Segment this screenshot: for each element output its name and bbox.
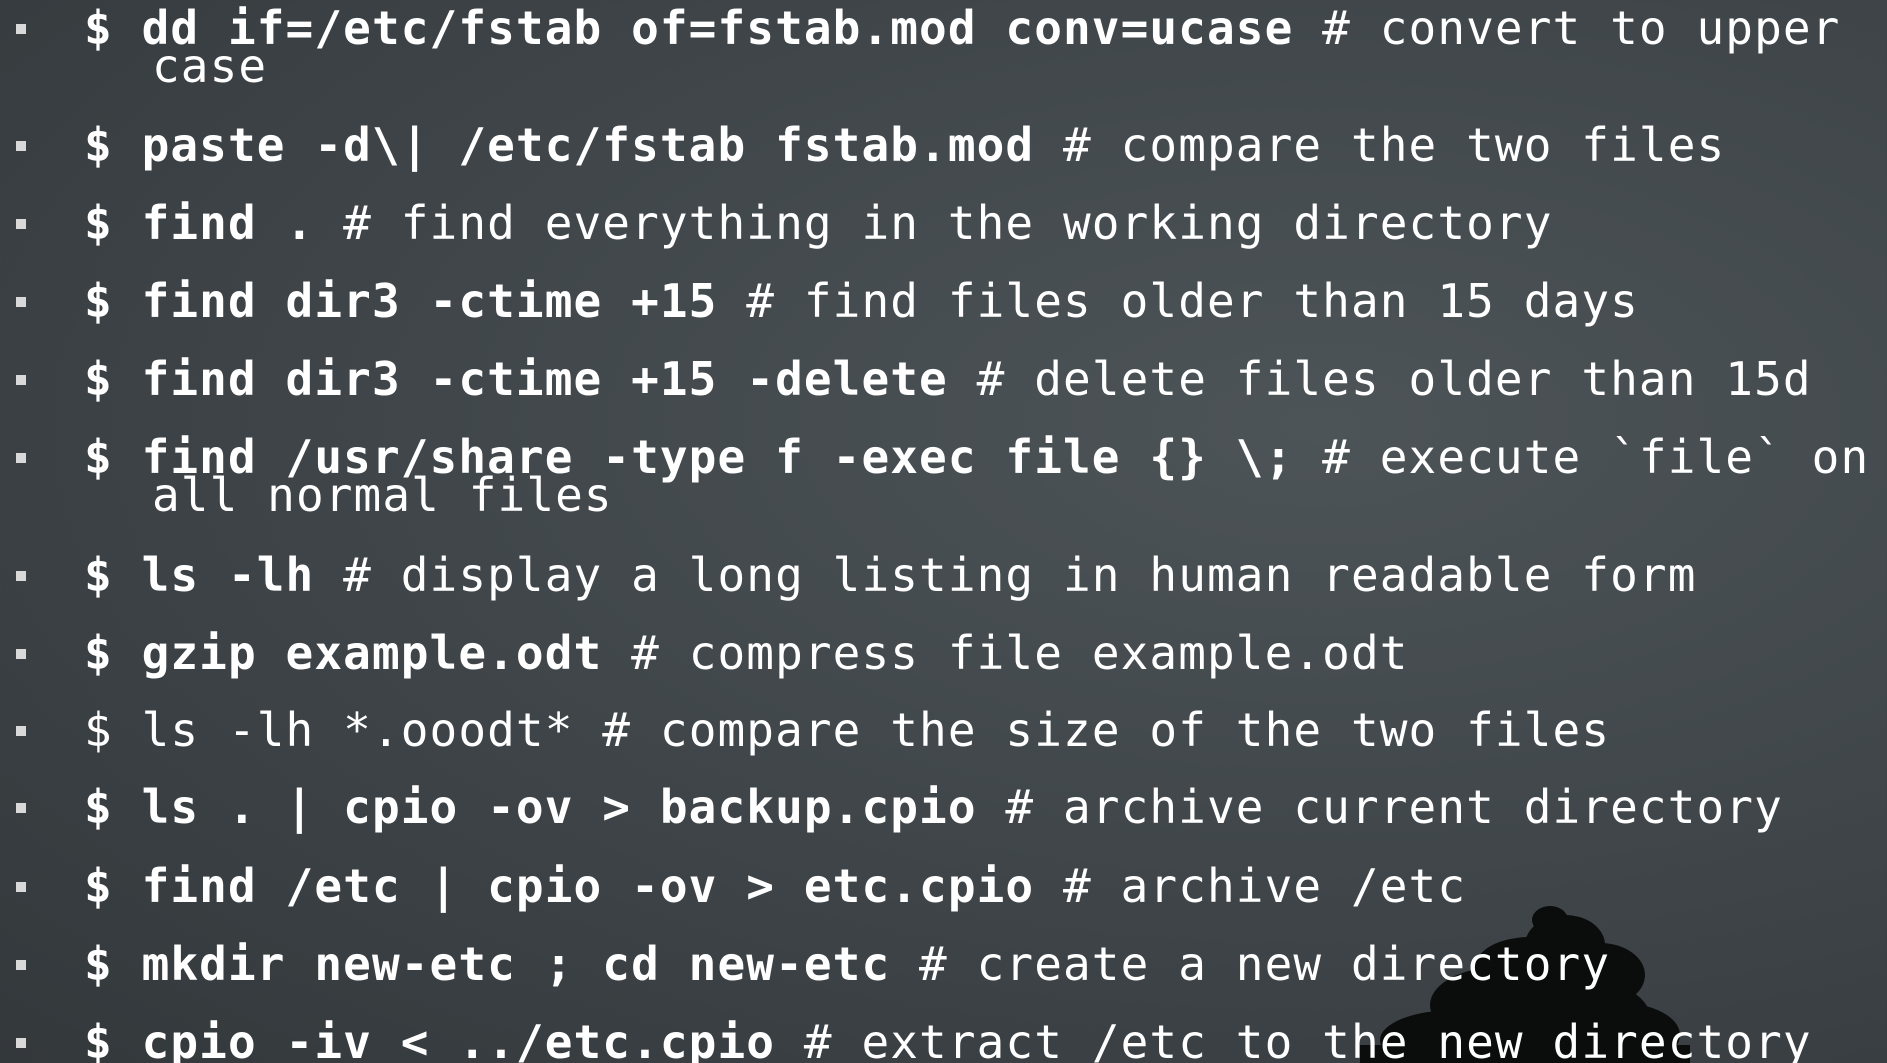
bullet-icon	[16, 960, 26, 970]
command-line: $ gzip example.odt # compress file examp…	[84, 630, 1409, 676]
comment-text: # find files older than 15 days	[717, 274, 1639, 328]
comment-text: # archive /etc	[1034, 859, 1467, 913]
comment-continuation: all normal files	[152, 468, 613, 522]
bullet-icon	[16, 882, 26, 892]
slide: $ dd if=/etc/fstab of=fstab.mod conv=uca…	[0, 0, 1887, 1063]
comment-continuation: case	[152, 39, 268, 93]
comment-text: # archive current directory	[976, 780, 1783, 834]
command-text: $ ls -lh	[84, 548, 315, 602]
command-line: $ dd if=/etc/fstab of=fstab.mod conv=uca…	[84, 5, 1840, 51]
bullet-icon	[16, 1038, 26, 1048]
bullet-icon	[16, 219, 26, 229]
command-line: $ find dir3 -ctime +15 # find files olde…	[84, 278, 1639, 324]
comment-text: # display a long listing in human readab…	[314, 548, 1697, 602]
command-line: $ ls -lh *.ooodt* # compare the size of …	[84, 707, 1610, 753]
bullet-icon	[16, 726, 26, 736]
command-line: $ cpio -iv < ../etc.cpio # extract /etc …	[84, 1019, 1812, 1063]
bullet-icon	[16, 453, 26, 463]
comment-text: # create a new directory	[890, 937, 1611, 991]
command-text: $ find /etc | cpio -ov > etc.cpio	[84, 859, 1035, 913]
bullet-icon	[16, 24, 26, 34]
comment-text: # compare the two files	[1034, 118, 1726, 172]
bullet-icon	[16, 571, 26, 581]
bullet-icon	[16, 649, 26, 659]
command-line: $ paste -d\| /etc/fstab fstab.mod # comp…	[84, 122, 1725, 168]
command-line: $ find . # find everything in the workin…	[84, 200, 1553, 246]
bullet-icon	[16, 375, 26, 385]
command-line: $ ls . | cpio -ov > backup.cpio # archiv…	[84, 784, 1783, 830]
command-text: $ ls . | cpio -ov > backup.cpio	[84, 780, 977, 834]
comment-text: # extract /etc to the new directory	[775, 1015, 1812, 1063]
bullet-icon	[16, 297, 26, 307]
comment-text: # compress file example.odt	[602, 626, 1409, 680]
command-text: $ ls -lh *.ooodt*	[84, 703, 574, 757]
command-text: $ paste -d\| /etc/fstab fstab.mod	[84, 118, 1035, 172]
command-text: $ gzip example.odt	[84, 626, 603, 680]
command-text: $ cpio -iv < ../etc.cpio	[84, 1015, 776, 1063]
command-line: $ ls -lh # display a long listing in hum…	[84, 552, 1697, 598]
command-line: $ find /etc | cpio -ov > etc.cpio # arch…	[84, 863, 1466, 909]
command-text: $ find dir3 -ctime +15 -delete	[84, 352, 948, 406]
comment-text: # execute `file` on	[1293, 430, 1870, 484]
bullet-icon	[16, 141, 26, 151]
command-text: $ mkdir new-etc ; cd new-etc	[84, 937, 891, 991]
bullet-icon	[16, 803, 26, 813]
comment-text: # compare the size of the two files	[573, 703, 1611, 757]
command-line: $ mkdir new-etc ; cd new-etc # create a …	[84, 941, 1610, 987]
comment-text: # delete files older than 15d	[947, 352, 1812, 406]
command-text: $ find .	[84, 196, 315, 250]
command-text: $ find dir3 -ctime +15	[84, 274, 718, 328]
comment-text: # find everything in the working directo…	[314, 196, 1553, 250]
comment-text: # convert to upper	[1293, 1, 1841, 55]
command-line: $ find dir3 -ctime +15 -delete # delete …	[84, 356, 1812, 402]
